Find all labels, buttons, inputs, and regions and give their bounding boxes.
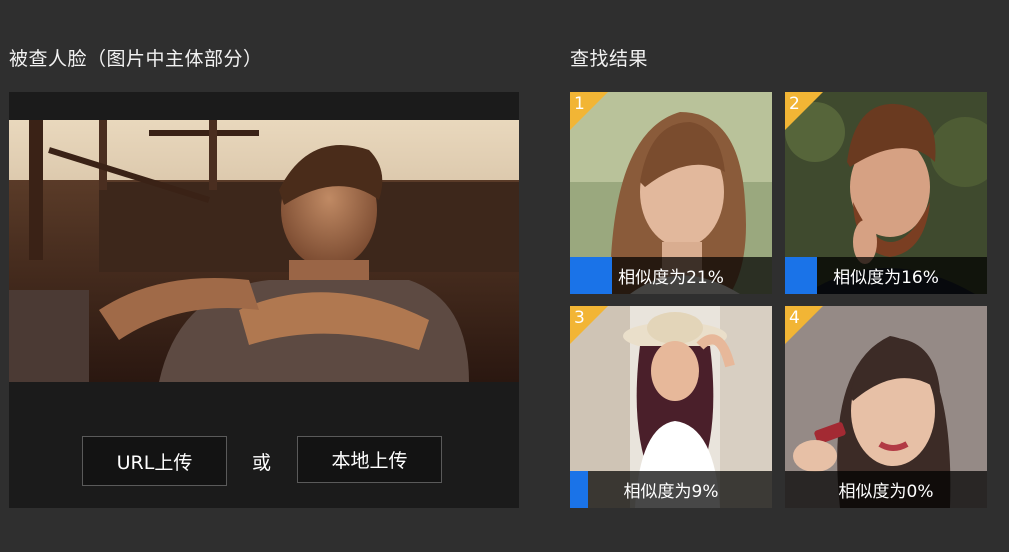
query-face-title: 被查人脸（图片中主体部分） (9, 48, 263, 70)
similarity-bar: 相似度为9% (570, 471, 772, 508)
query-face-panel: URL上传 或 本地上传 (9, 92, 519, 508)
result-card[interactable]: 1 相似度为21% (570, 92, 772, 294)
url-upload-button[interactable]: URL上传 (82, 436, 227, 486)
similarity-bar: 相似度为21% (570, 257, 772, 294)
similarity-label: 相似度为16% (833, 268, 939, 288)
local-upload-button[interactable]: 本地上传 (297, 436, 442, 483)
query-face-photo (9, 120, 519, 382)
result-card[interactable]: 2 相似度为16% (785, 92, 987, 294)
rank-badge: 4 (785, 306, 823, 344)
similarity-label: 相似度为21% (618, 268, 724, 288)
upload-controls: URL上传 或 本地上传 (9, 436, 519, 486)
result-card[interactable]: 3 相似度为9% (570, 306, 772, 508)
or-separator: 或 (252, 452, 272, 474)
rank-number: 2 (789, 94, 800, 114)
similarity-bar: 相似度为16% (785, 257, 987, 294)
face-search-page: 被查人脸（图片中主体部分） URL上传 或 本地上传 查找结果 1 相似度为21… (0, 0, 1009, 552)
rank-badge: 2 (785, 92, 823, 130)
rank-badge: 3 (570, 306, 608, 344)
similarity-bar: 相似度为0% (785, 471, 987, 508)
similarity-label: 相似度为9% (623, 482, 719, 502)
rank-badge: 1 (570, 92, 608, 130)
rank-number: 1 (574, 94, 585, 114)
search-results-title: 查找结果 (570, 48, 649, 70)
similarity-label: 相似度为0% (838, 482, 934, 502)
rank-number: 3 (574, 308, 585, 328)
result-card[interactable]: 4 相似度为0% (785, 306, 987, 508)
rank-number: 4 (789, 308, 800, 328)
